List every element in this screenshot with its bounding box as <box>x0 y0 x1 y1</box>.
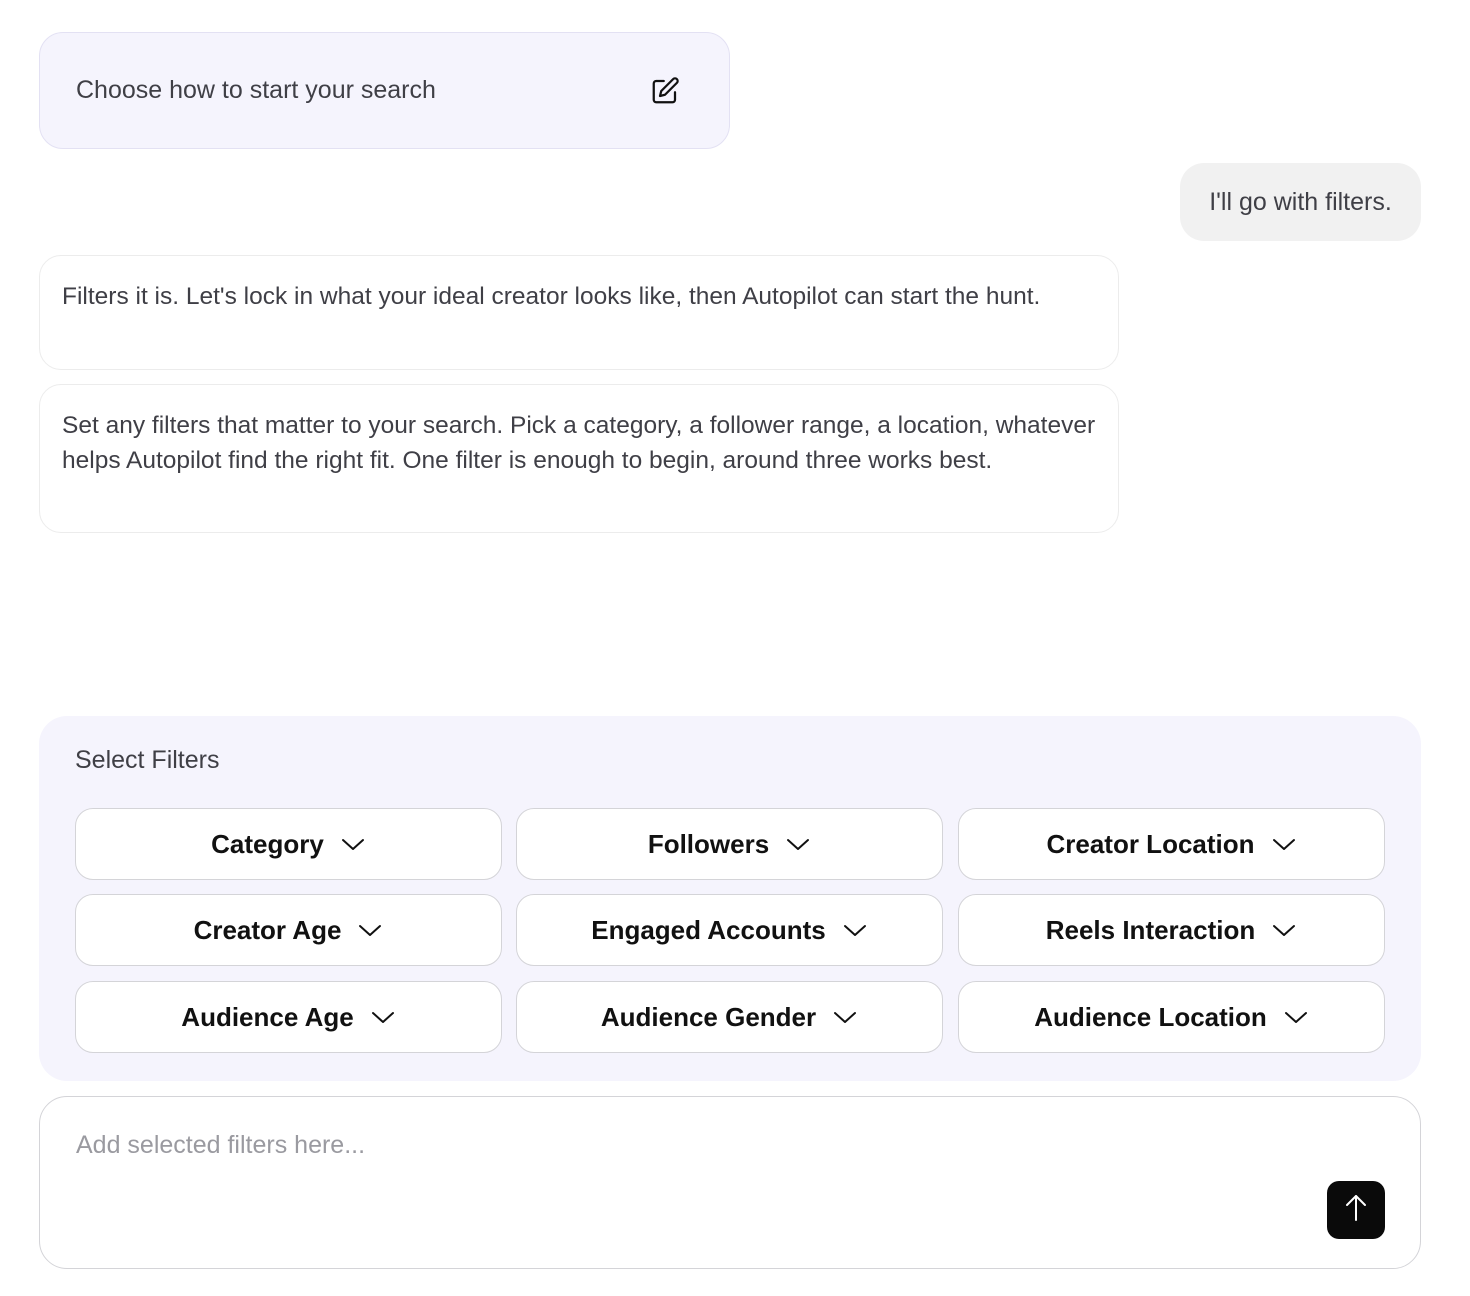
chevron-down-icon <box>357 922 383 938</box>
chevron-down-icon <box>832 1009 858 1025</box>
filter-label: Audience Gender <box>600 1001 817 1032</box>
filter-label: Creator Age <box>193 914 342 945</box>
chevron-down-icon <box>1271 922 1297 938</box>
chevron-down-icon <box>340 836 366 852</box>
message-composer <box>39 1096 1421 1269</box>
chat-page: Choose how to start your search I'll go … <box>0 0 1470 1296</box>
filter-label: Category <box>211 828 324 859</box>
assistant-message: Set any filters that matter to your sear… <box>39 384 1119 533</box>
filter-label: Engaged Accounts <box>591 914 826 945</box>
filter-label: Audience Age <box>181 1001 354 1032</box>
filter-label: Reels Interaction <box>1045 914 1256 945</box>
filter-category-dropdown[interactable]: Category <box>75 808 502 880</box>
search-start-title: Choose how to start your search <box>76 76 436 104</box>
chevron-down-icon <box>785 836 811 852</box>
filter-label: Followers <box>647 828 770 859</box>
arrow-up-icon <box>1343 1193 1369 1228</box>
assistant-message: Filters it is. Let's lock in what your i… <box>39 255 1119 370</box>
filters-panel-title: Select Filters <box>75 746 220 774</box>
select-filters-panel: Select Filters Category Followers Creato… <box>39 716 1421 1081</box>
chevron-down-icon <box>1283 1009 1309 1025</box>
filter-label: Creator Location <box>1046 828 1255 859</box>
filter-creator-location-dropdown[interactable]: Creator Location <box>958 808 1385 880</box>
user-message: I'll go with filters. <box>1180 163 1421 241</box>
filter-audience-location-dropdown[interactable]: Audience Location <box>958 981 1385 1053</box>
filter-engaged-accounts-dropdown[interactable]: Engaged Accounts <box>516 894 943 966</box>
filter-label: Audience Location <box>1034 1001 1267 1032</box>
filter-reels-interaction-dropdown[interactable]: Reels Interaction <box>958 894 1385 966</box>
filter-followers-dropdown[interactable]: Followers <box>516 808 943 880</box>
filter-audience-age-dropdown[interactable]: Audience Age <box>75 981 502 1053</box>
edit-icon[interactable] <box>649 75 681 107</box>
chevron-down-icon <box>842 922 868 938</box>
chevron-down-icon <box>370 1009 396 1025</box>
search-start-card[interactable]: Choose how to start your search <box>39 32 730 149</box>
chevron-down-icon <box>1271 836 1297 852</box>
filter-creator-age-dropdown[interactable]: Creator Age <box>75 894 502 966</box>
send-button[interactable] <box>1327 1181 1385 1239</box>
filter-audience-gender-dropdown[interactable]: Audience Gender <box>516 981 943 1053</box>
filters-input[interactable] <box>76 1125 1276 1165</box>
